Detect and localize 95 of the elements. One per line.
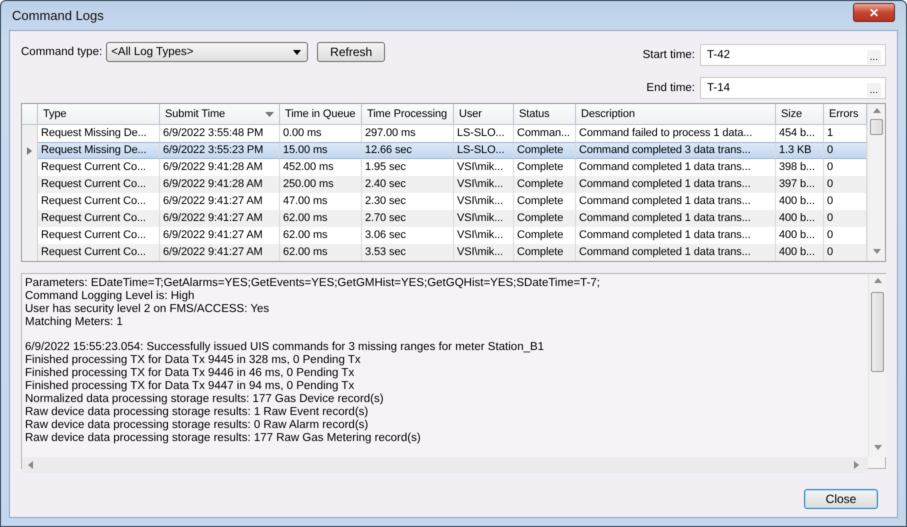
table-cell[interactable]: VSI\mik...: [454, 244, 514, 261]
scroll-up-icon[interactable]: [874, 278, 882, 286]
picker-button[interactable]: ...: [866, 50, 881, 64]
table-cell[interactable]: 400 b...: [776, 227, 824, 244]
table-cell[interactable]: 62.00 ms: [280, 210, 362, 227]
command-type-label: Command type:: [21, 45, 102, 60]
refresh-button[interactable]: Refresh: [317, 42, 386, 62]
table-cell[interactable]: 397 b...: [776, 176, 824, 193]
column-header[interactable]: Type: [38, 104, 160, 125]
table-cell[interactable]: 6/9/2022 9:41:27 AM: [160, 244, 280, 261]
table-cell[interactable]: Complete: [514, 142, 576, 159]
current-row-icon: [27, 146, 32, 154]
column-header[interactable]: Submit Time: [160, 104, 280, 125]
scrollbar-thumb[interactable]: [870, 119, 883, 135]
table-cell[interactable]: 0: [824, 176, 867, 193]
picker-button[interactable]: ...: [866, 83, 881, 97]
caret-icon: [293, 50, 302, 54]
scrollbar-thumb[interactable]: [871, 292, 884, 372]
column-header[interactable]: Status: [514, 104, 576, 125]
log-line: 6/9/2022 15:55:23.054: Successfully issued UIS commands for 3 missing ranges for meter Station_B1: [25, 341, 546, 354]
table-cell[interactable]: Request Current Co...: [38, 244, 160, 261]
table-cell[interactable]: 12.66 sec: [362, 142, 454, 159]
table-cell[interactable]: 47.00 ms: [280, 193, 362, 210]
vertical-scrollbar[interactable]: [867, 104, 885, 261]
table-cell[interactable]: 3.53 sec: [362, 244, 454, 261]
table-cell[interactable]: VSI\mik...: [454, 210, 514, 227]
table-cell[interactable]: 400 b...: [776, 193, 824, 210]
start-time-label: Start time:: [642, 48, 695, 63]
log-line: Raw device data processing storage results: 0 Raw Alarm record(s): [25, 418, 370, 432]
log-line: Finished processing TX for Data Tx 9445 in 328 ms, 0 Pending Tx: [25, 354, 362, 368]
close-window-button[interactable]: ✕: [853, 3, 895, 22]
log-line: User has security level 2 on FMS/ACCESS: Yes: [25, 302, 270, 316]
table-cell[interactable]: 0: [824, 210, 867, 227]
column-header[interactable]: Errors: [824, 104, 867, 125]
horizontal-scrollbar[interactable]: [22, 457, 868, 474]
column-header[interactable]: Size: [776, 104, 824, 125]
table-cell[interactable]: LS-SLO...: [454, 142, 514, 159]
table-cell[interactable]: VSI\mik...: [454, 193, 514, 210]
column-header[interactable]: User: [454, 104, 514, 125]
table-cell[interactable]: 0.00 ms: [280, 125, 362, 142]
log-line: Command Logging Level is: High: [25, 290, 196, 303]
table-cell[interactable]: VSI\mik...: [454, 176, 514, 193]
scroll-left-icon[interactable]: [28, 461, 36, 470]
table-cell[interactable]: 15.00 ms: [280, 142, 362, 159]
table-cell[interactable]: VSI\mik...: [454, 227, 514, 244]
table-cell[interactable]: Request Current Co...: [38, 210, 160, 227]
header-corner: [22, 104, 38, 125]
window-title: Command Logs: [11, 8, 104, 23]
table-cell[interactable]: Command completed 3 data trans...: [576, 142, 776, 159]
table-cell[interactable]: Command completed 1 data trans...: [576, 244, 776, 261]
table-cell[interactable]: Request Missing De...: [38, 142, 160, 159]
table-cell[interactable]: 454 b...: [776, 125, 824, 142]
table-cell[interactable]: Command completed 1 data trans...: [576, 210, 776, 227]
vertical-scrollbar[interactable]: [868, 274, 886, 458]
table-cell[interactable]: 0: [824, 193, 867, 210]
table-cell[interactable]: 1.3 KB: [776, 142, 824, 159]
end-time-field[interactable]: T-14 ...: [700, 77, 886, 99]
table-cell[interactable]: VSI\mik...: [454, 159, 514, 176]
column-header[interactable]: Time Processing: [362, 104, 454, 125]
log-line: Raw device data processing storage results: 1 Raw Event record(s): [25, 406, 370, 419]
table-cell[interactable]: 2.70 sec: [362, 210, 454, 227]
table-cell[interactable]: Complete: [514, 210, 576, 227]
log-line: Finished processing TX for Data Tx 9447 in 94 ms, 0 Pending Tx: [25, 380, 356, 394]
table-cell[interactable]: 0: [824, 244, 867, 261]
table-cell[interactable]: 398 b...: [776, 159, 824, 176]
table-cell[interactable]: 6/9/2022 9:41:28 AM: [160, 176, 280, 193]
table-cell[interactable]: 452.00 ms: [280, 159, 362, 176]
log-line: Parameters: EDateTime=T;GetAlarms=YES;GetEvents=YES;GetGMHist=YES;GetGQHist=YES;SDateTime=T-7;: [25, 277, 601, 290]
scroll-up-icon[interactable]: [872, 108, 880, 116]
log-line: Raw device data processing storage results: 177 Raw Gas Metering record(s): [25, 432, 422, 445]
start-time-field[interactable]: T-42 ...: [700, 44, 886, 66]
column-header[interactable]: Description: [576, 104, 776, 125]
log-line: Finished processing TX for Data Tx 9446 in 46 ms, 0 Pending Tx: [25, 367, 356, 380]
table-cell[interactable]: 62.00 ms: [280, 244, 362, 261]
table-cell[interactable]: 0: [824, 227, 867, 244]
end-time-label: End time:: [646, 81, 695, 96]
table-cell[interactable]: 250.00 ms: [280, 176, 362, 193]
table-cell[interactable]: 400 b...: [776, 210, 824, 227]
table-cell[interactable]: Complete: [514, 176, 576, 193]
table-cell[interactable]: Complete: [514, 244, 576, 261]
table-cell[interactable]: Command completed 1 data trans...: [576, 176, 776, 193]
log-line: Matching Meters: 1: [25, 316, 124, 329]
command-type-dropdown[interactable]: <All Log Types>: [106, 42, 308, 62]
log-line: Normalized data processing storage results: 177 Gas Device record(s): [25, 393, 385, 406]
table-cell[interactable]: 2.40 sec: [362, 176, 454, 193]
table-cell[interactable]: 400 b...: [776, 244, 824, 261]
table-cell[interactable]: 6/9/2022 9:41:27 AM: [160, 210, 280, 227]
sort-icon: [265, 112, 274, 116]
table-cell[interactable]: 3.06 sec: [362, 227, 454, 244]
table-cell[interactable]: Request Current Co...: [38, 176, 160, 193]
table-cell[interactable]: 0: [824, 159, 867, 176]
table-cell[interactable]: 0: [824, 142, 867, 159]
close-button[interactable]: Close: [804, 489, 878, 509]
column-header[interactable]: Time in Queue: [280, 104, 362, 125]
table-cell[interactable]: 6/9/2022 3:55:23 PM: [160, 142, 280, 159]
